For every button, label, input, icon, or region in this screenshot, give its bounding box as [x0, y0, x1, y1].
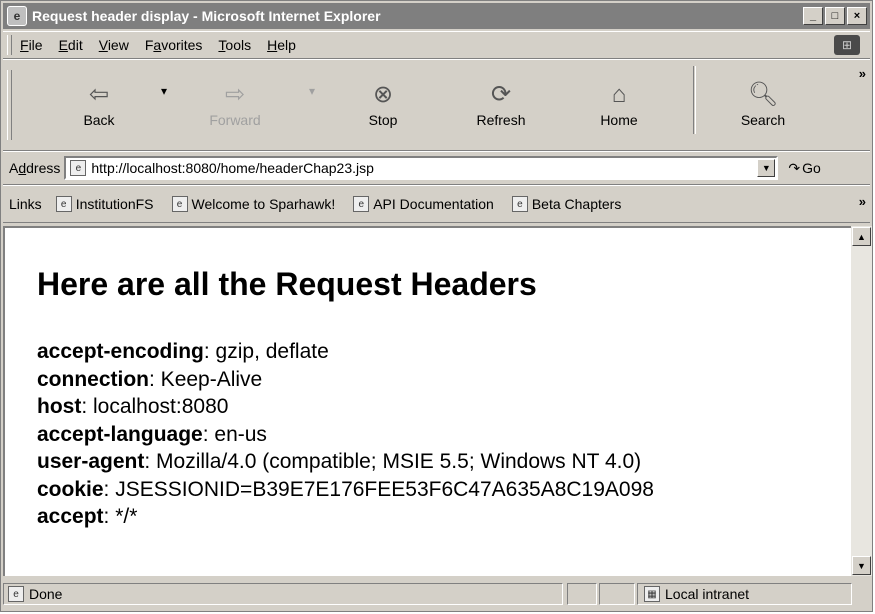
- address-input[interactable]: e http://localhost:8080/home/headerChap2…: [64, 156, 779, 180]
- page-icon: e: [511, 196, 528, 212]
- header-value: : gzip, deflate: [203, 340, 329, 363]
- search-icon: 🔍︎: [747, 81, 779, 108]
- title-bar: e Request header display - Microsoft Int…: [3, 3, 870, 29]
- forward-arrow-icon: ⇨: [224, 81, 246, 108]
- refresh-button[interactable]: ⟳ Refresh: [461, 78, 541, 128]
- header-value: : Keep-Alive: [149, 367, 263, 391]
- toolbar-overflow-chevron[interactable]: »: [859, 66, 866, 81]
- header-row: accept: */*: [37, 503, 654, 531]
- header-value: : Mozilla/4.0 (compatible; MSIE 5.5; Win…: [144, 450, 642, 473]
- link-institutionfs[interactable]: e InstitutionFS: [55, 196, 154, 212]
- link-beta-chapters[interactable]: e Beta Chapters: [511, 196, 621, 212]
- page-icon: e: [55, 196, 72, 212]
- back-arrow-icon: ⇦: [88, 81, 110, 108]
- header-name: user-agent: [37, 450, 145, 473]
- menu-view[interactable]: View: [99, 37, 129, 53]
- header-list: accept-encoding: gzip, deflate connectio…: [37, 338, 654, 531]
- intranet-zone-icon: ▦: [644, 586, 660, 602]
- header-value: : en-us: [202, 422, 267, 446]
- page-icon: e: [8, 586, 24, 602]
- menubar-grip[interactable]: [7, 35, 12, 55]
- toolbar-grip[interactable]: [7, 70, 12, 140]
- page-icon: e: [171, 196, 188, 212]
- close-button[interactable]: ×: [847, 7, 867, 25]
- scroll-up-button[interactable]: ▲: [852, 227, 871, 246]
- standard-toolbar: ⇦ Back ▾ ⇨ Forward ▾ ⊗ Stop ⟳ Refresh ⌂ …: [3, 59, 870, 151]
- security-zone-panel: ▦ Local intranet: [637, 583, 852, 605]
- back-button[interactable]: ⇦ Back: [59, 78, 139, 128]
- status-text-panel: e Done: [3, 583, 563, 605]
- header-row: accept-encoding: gzip, deflate: [37, 338, 654, 366]
- address-bar: Address e http://localhost:8080/home/hea…: [3, 151, 870, 185]
- page-icon: e: [70, 160, 87, 176]
- stop-button[interactable]: ⊗ Stop: [343, 78, 423, 128]
- header-value: : localhost:8080: [81, 395, 229, 418]
- menu-edit[interactable]: Edit: [59, 37, 83, 53]
- back-dropdown-arrow[interactable]: ▾: [161, 84, 167, 98]
- header-row: host: localhost:8080: [37, 393, 654, 421]
- refresh-icon: ⟳: [490, 81, 512, 108]
- header-name: cookie: [37, 477, 104, 501]
- browser-window: e Request header display - Microsoft Int…: [0, 0, 873, 612]
- forward-dropdown-arrow[interactable]: ▾: [309, 84, 315, 98]
- page-content: Here are all the Request Headers accept-…: [3, 226, 851, 576]
- status-text: Done: [29, 586, 63, 602]
- window-title: Request header display - Microsoft Inter…: [32, 8, 381, 24]
- link-welcome-to-sparhawk[interactable]: e Welcome to Sparhawk!: [171, 196, 335, 212]
- status-bar: e Done ▦ Local intranet: [3, 579, 870, 609]
- home-icon: ⌂: [611, 81, 627, 108]
- forward-button[interactable]: ⇨ Forward: [195, 78, 275, 128]
- status-panel-empty: [567, 583, 597, 605]
- links-label[interactable]: Links: [9, 196, 42, 212]
- windows-throbber-icon: ⊞: [834, 35, 860, 55]
- header-value: : JSESSIONID=B39E7E176FEE53F6C47A635A8C1…: [103, 477, 654, 501]
- header-value: : */*: [103, 505, 138, 528]
- maximize-button[interactable]: □: [825, 7, 845, 25]
- header-row: cookie: JSESSIONID=B39E7E176FEE53F6C47A6…: [37, 476, 654, 504]
- page-icon: e: [353, 196, 370, 212]
- menu-tools[interactable]: Tools: [218, 37, 251, 53]
- menu-file[interactable]: File: [20, 37, 43, 53]
- search-button[interactable]: 🔍︎ Search: [723, 78, 803, 128]
- page-heading: Here are all the Request Headers: [37, 266, 537, 302]
- menu-favorites[interactable]: Favorites: [145, 37, 203, 53]
- go-arrow-icon: ↷: [788, 159, 801, 176]
- header-name: host: [37, 395, 82, 418]
- header-name: accept-encoding: [37, 340, 204, 363]
- links-overflow-chevron[interactable]: »: [859, 194, 866, 209]
- toolbar-separator: [693, 66, 696, 134]
- header-row: accept-language: en-us: [37, 421, 654, 449]
- ie-logo-icon: e: [7, 6, 27, 26]
- address-label: Address: [9, 160, 61, 176]
- header-row: user-agent: Mozilla/4.0 (compatible; MSI…: [37, 448, 654, 476]
- header-row: connection: Keep-Alive: [37, 366, 654, 394]
- menu-help[interactable]: Help: [267, 37, 296, 53]
- links-bar: Links e InstitutionFS e Welcome to Sparh…: [3, 185, 870, 223]
- header-name: connection: [37, 367, 150, 391]
- security-zone: Local intranet: [665, 586, 750, 602]
- address-dropdown-button[interactable]: ▼: [757, 159, 776, 177]
- vertical-scrollbar[interactable]: ▲ ▼: [851, 226, 872, 576]
- menu-bar: File Edit View Favorites Tools Help ⊞: [3, 31, 870, 59]
- home-button[interactable]: ⌂ Home: [579, 78, 659, 128]
- header-name: accept-language: [37, 422, 203, 446]
- status-panel-empty: [599, 583, 635, 605]
- go-button[interactable]: ↷ Go: [788, 160, 820, 177]
- minimize-button[interactable]: _: [803, 7, 823, 25]
- scroll-down-button[interactable]: ▼: [852, 556, 871, 575]
- stop-icon: ⊗: [372, 81, 394, 108]
- address-url: http://localhost:8080/home/headerChap23.…: [91, 160, 374, 176]
- header-name: accept: [37, 505, 104, 528]
- link-api-documentation[interactable]: e API Documentation: [353, 196, 494, 212]
